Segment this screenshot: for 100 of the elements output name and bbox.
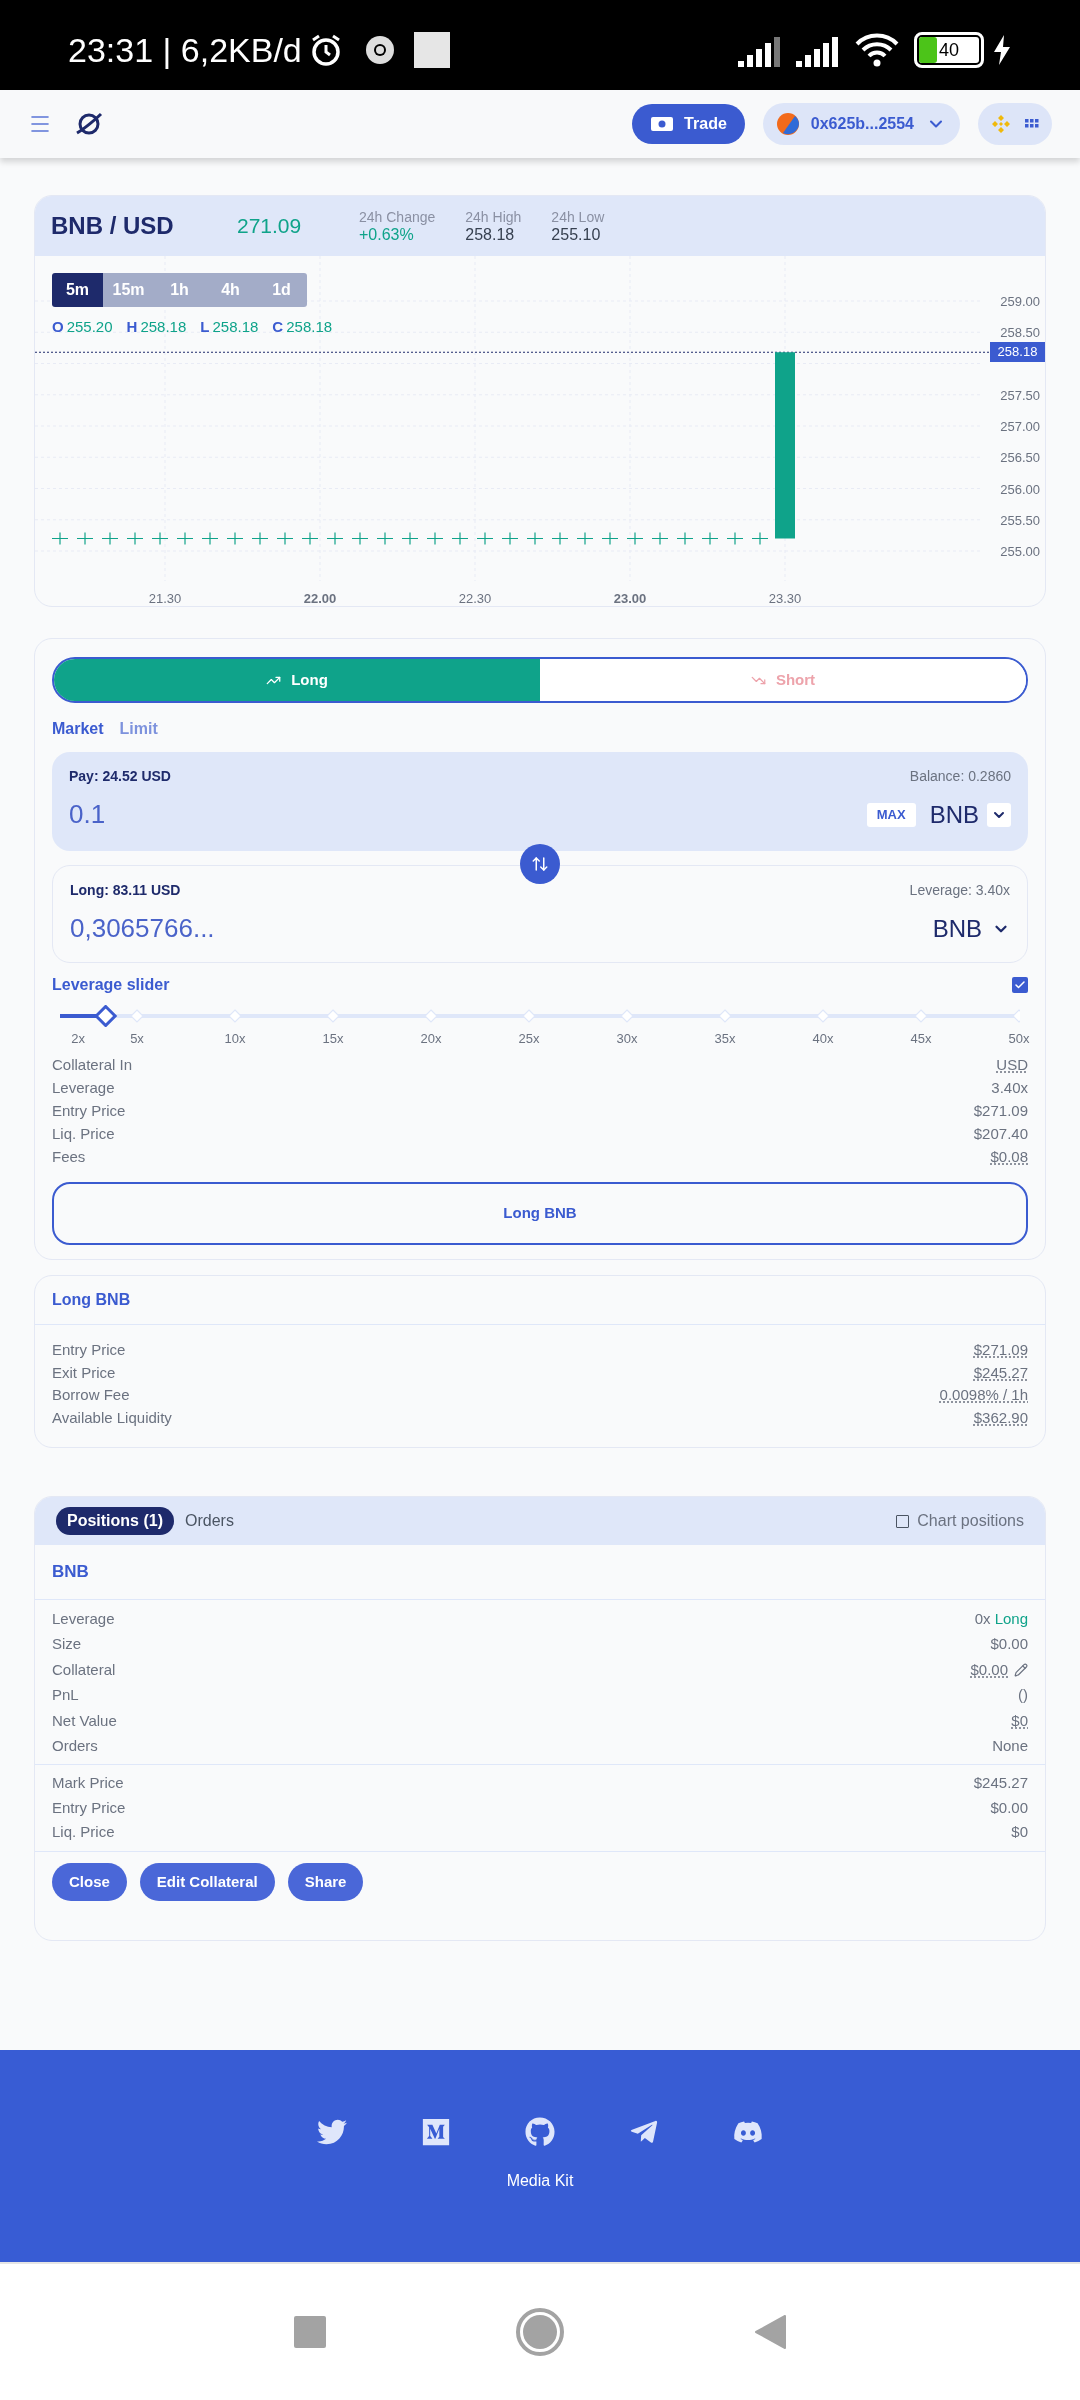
x-axis-label: 21.30 — [148, 591, 182, 606]
y-axis-label: 258.50 — [1000, 325, 1040, 341]
chain-icon — [991, 114, 1011, 134]
max-button[interactable]: MAX — [866, 802, 916, 827]
ohlc-value: 258.18 — [212, 317, 259, 337]
bird-icon[interactable] — [317, 2117, 347, 2147]
slider-thumb[interactable] — [94, 1005, 118, 1027]
detail-label: Fees — [52, 1147, 86, 1167]
y-axis-label: 257.00 — [1000, 419, 1040, 434]
detail-value: $271.09 — [973, 1101, 1028, 1121]
detail-value: $207.40 — [973, 1124, 1028, 1144]
slider-title: Leverage slider — [52, 975, 170, 995]
chart-positions-checkbox[interactable] — [896, 1514, 910, 1528]
detail-value: 0x — [974, 1609, 991, 1629]
timeframe-tab[interactable]: 5m — [52, 273, 103, 307]
charging-icon — [992, 33, 1012, 67]
position-action-button[interactable]: Close — [52, 1862, 127, 1901]
slider-mark — [424, 1009, 438, 1023]
back-icon[interactable] — [754, 2314, 786, 2350]
detail-value: () — [1018, 1685, 1028, 1706]
detail-value: $0.08 — [990, 1147, 1028, 1167]
slider-mark-label: 45x — [910, 1031, 932, 1047]
order-type-tab[interactable]: Market — [52, 717, 104, 741]
wallet-avatar-icon — [776, 113, 799, 135]
info-title: Long BNB — [52, 1290, 131, 1310]
y-axis-label: 256.50 — [1000, 450, 1040, 466]
side-tab[interactable]: Long — [54, 659, 540, 701]
detail-label: PnL — [52, 1685, 79, 1706]
leverage-label: Leverage: 3.40x — [909, 881, 1010, 900]
detail-value: $0.00 — [990, 1634, 1028, 1655]
stat-label: 24h High — [465, 209, 522, 226]
slider-mark — [620, 1009, 634, 1023]
slider-checkbox[interactable] — [1012, 977, 1028, 993]
ohlc-value: 258.18 — [286, 317, 333, 337]
wallet-button[interactable]: 0x625b...2554 — [762, 103, 960, 145]
detail-value: USD — [996, 1055, 1028, 1075]
slider-mark — [130, 1009, 144, 1023]
detail-value: $245.27 — [973, 1773, 1028, 1794]
slider-mark — [718, 1009, 732, 1023]
stat-value: 255.10 — [551, 226, 602, 243]
home-icon[interactable] — [516, 2308, 564, 2356]
slider-mark-label: 40x — [812, 1031, 834, 1047]
detail-value: $245.27 — [973, 1362, 1028, 1383]
detail-label: Entry Price — [52, 1101, 126, 1121]
detail-label: Liq. Price — [52, 1822, 115, 1843]
ohlc-value: 255.20 — [66, 317, 113, 337]
pay-amount[interactable]: 0.1 — [69, 795, 106, 834]
medium-icon[interactable] — [421, 2117, 451, 2147]
media-kit-link[interactable]: Media Kit — [506, 2169, 574, 2193]
slider-mark — [326, 1009, 340, 1023]
detail-label: Mark Price — [52, 1773, 124, 1794]
slider-mark-label: 50x — [1008, 1031, 1030, 1047]
receive-amount[interactable]: 0,3065766... — [70, 909, 215, 948]
swap-button[interactable] — [520, 844, 560, 884]
balance-label: Balance: 0.2860 — [909, 767, 1011, 786]
detail-value: $0.00 — [970, 1659, 1008, 1680]
token-label[interactable]: BNB — [929, 796, 979, 833]
github-icon[interactable] — [525, 2117, 555, 2147]
detail-value: $271.09 — [973, 1340, 1028, 1360]
slider-track[interactable] — [60, 1005, 1020, 1027]
slider-mark-label: 25x — [518, 1031, 540, 1047]
slider-mark-label: 20x — [420, 1031, 442, 1047]
trade-button[interactable]: Trade — [632, 104, 745, 144]
detail-value: $0.00 — [990, 1797, 1028, 1818]
edit-icon[interactable] — [1014, 1662, 1028, 1677]
positions-tab[interactable]: Orders — [174, 1507, 245, 1535]
ohlc-label: C — [272, 317, 284, 337]
slider-mark — [522, 1009, 536, 1023]
token-dropdown-icon[interactable] — [987, 802, 1011, 827]
ohlc-label: O — [52, 317, 64, 337]
detail-label: Collateral — [52, 1659, 116, 1680]
detail-value: $362.90 — [973, 1407, 1028, 1428]
detail-label: Entry Price — [52, 1340, 126, 1360]
long-button[interactable]: Long BNB — [52, 1182, 1028, 1245]
browser-icon — [363, 34, 396, 66]
detail-label: Exit Price — [52, 1362, 116, 1383]
swap-icon — [531, 855, 549, 873]
chart-positions-label[interactable]: Chart positions — [917, 1509, 1024, 1533]
detail-label: Collateral In — [52, 1055, 133, 1075]
order-type-tab[interactable]: Limit — [119, 717, 158, 741]
position-action-button[interactable]: Share — [287, 1862, 364, 1901]
detail-label: Net Value — [52, 1710, 117, 1731]
stat-value: 258.18 — [465, 226, 516, 243]
battery-level: 40 — [938, 41, 960, 59]
positions-tab[interactable]: Positions (1) — [56, 1507, 174, 1535]
detail-value: None — [992, 1736, 1028, 1757]
receive-label: Long: 83.11 USD — [70, 881, 181, 900]
y-axis-label: 259.00 — [1000, 294, 1040, 309]
network-button[interactable] — [978, 103, 1052, 145]
grid-icon — [1025, 119, 1039, 129]
check-icon — [1014, 979, 1026, 991]
detail-label: Liq. Price — [52, 1124, 115, 1144]
position-action-button[interactable]: Edit Collateral — [139, 1862, 275, 1901]
y-axis-label: 257.50 — [1000, 387, 1040, 403]
detail-value: $0 — [1011, 1710, 1028, 1731]
pay-label: Pay: 24.52 USD — [69, 767, 171, 786]
token-label[interactable]: BNB — [932, 910, 982, 947]
slider-mark-label: 2x — [71, 1031, 86, 1047]
x-axis-label: 22.30 — [458, 591, 492, 606]
price-tag: 258.18 — [990, 342, 1045, 363]
